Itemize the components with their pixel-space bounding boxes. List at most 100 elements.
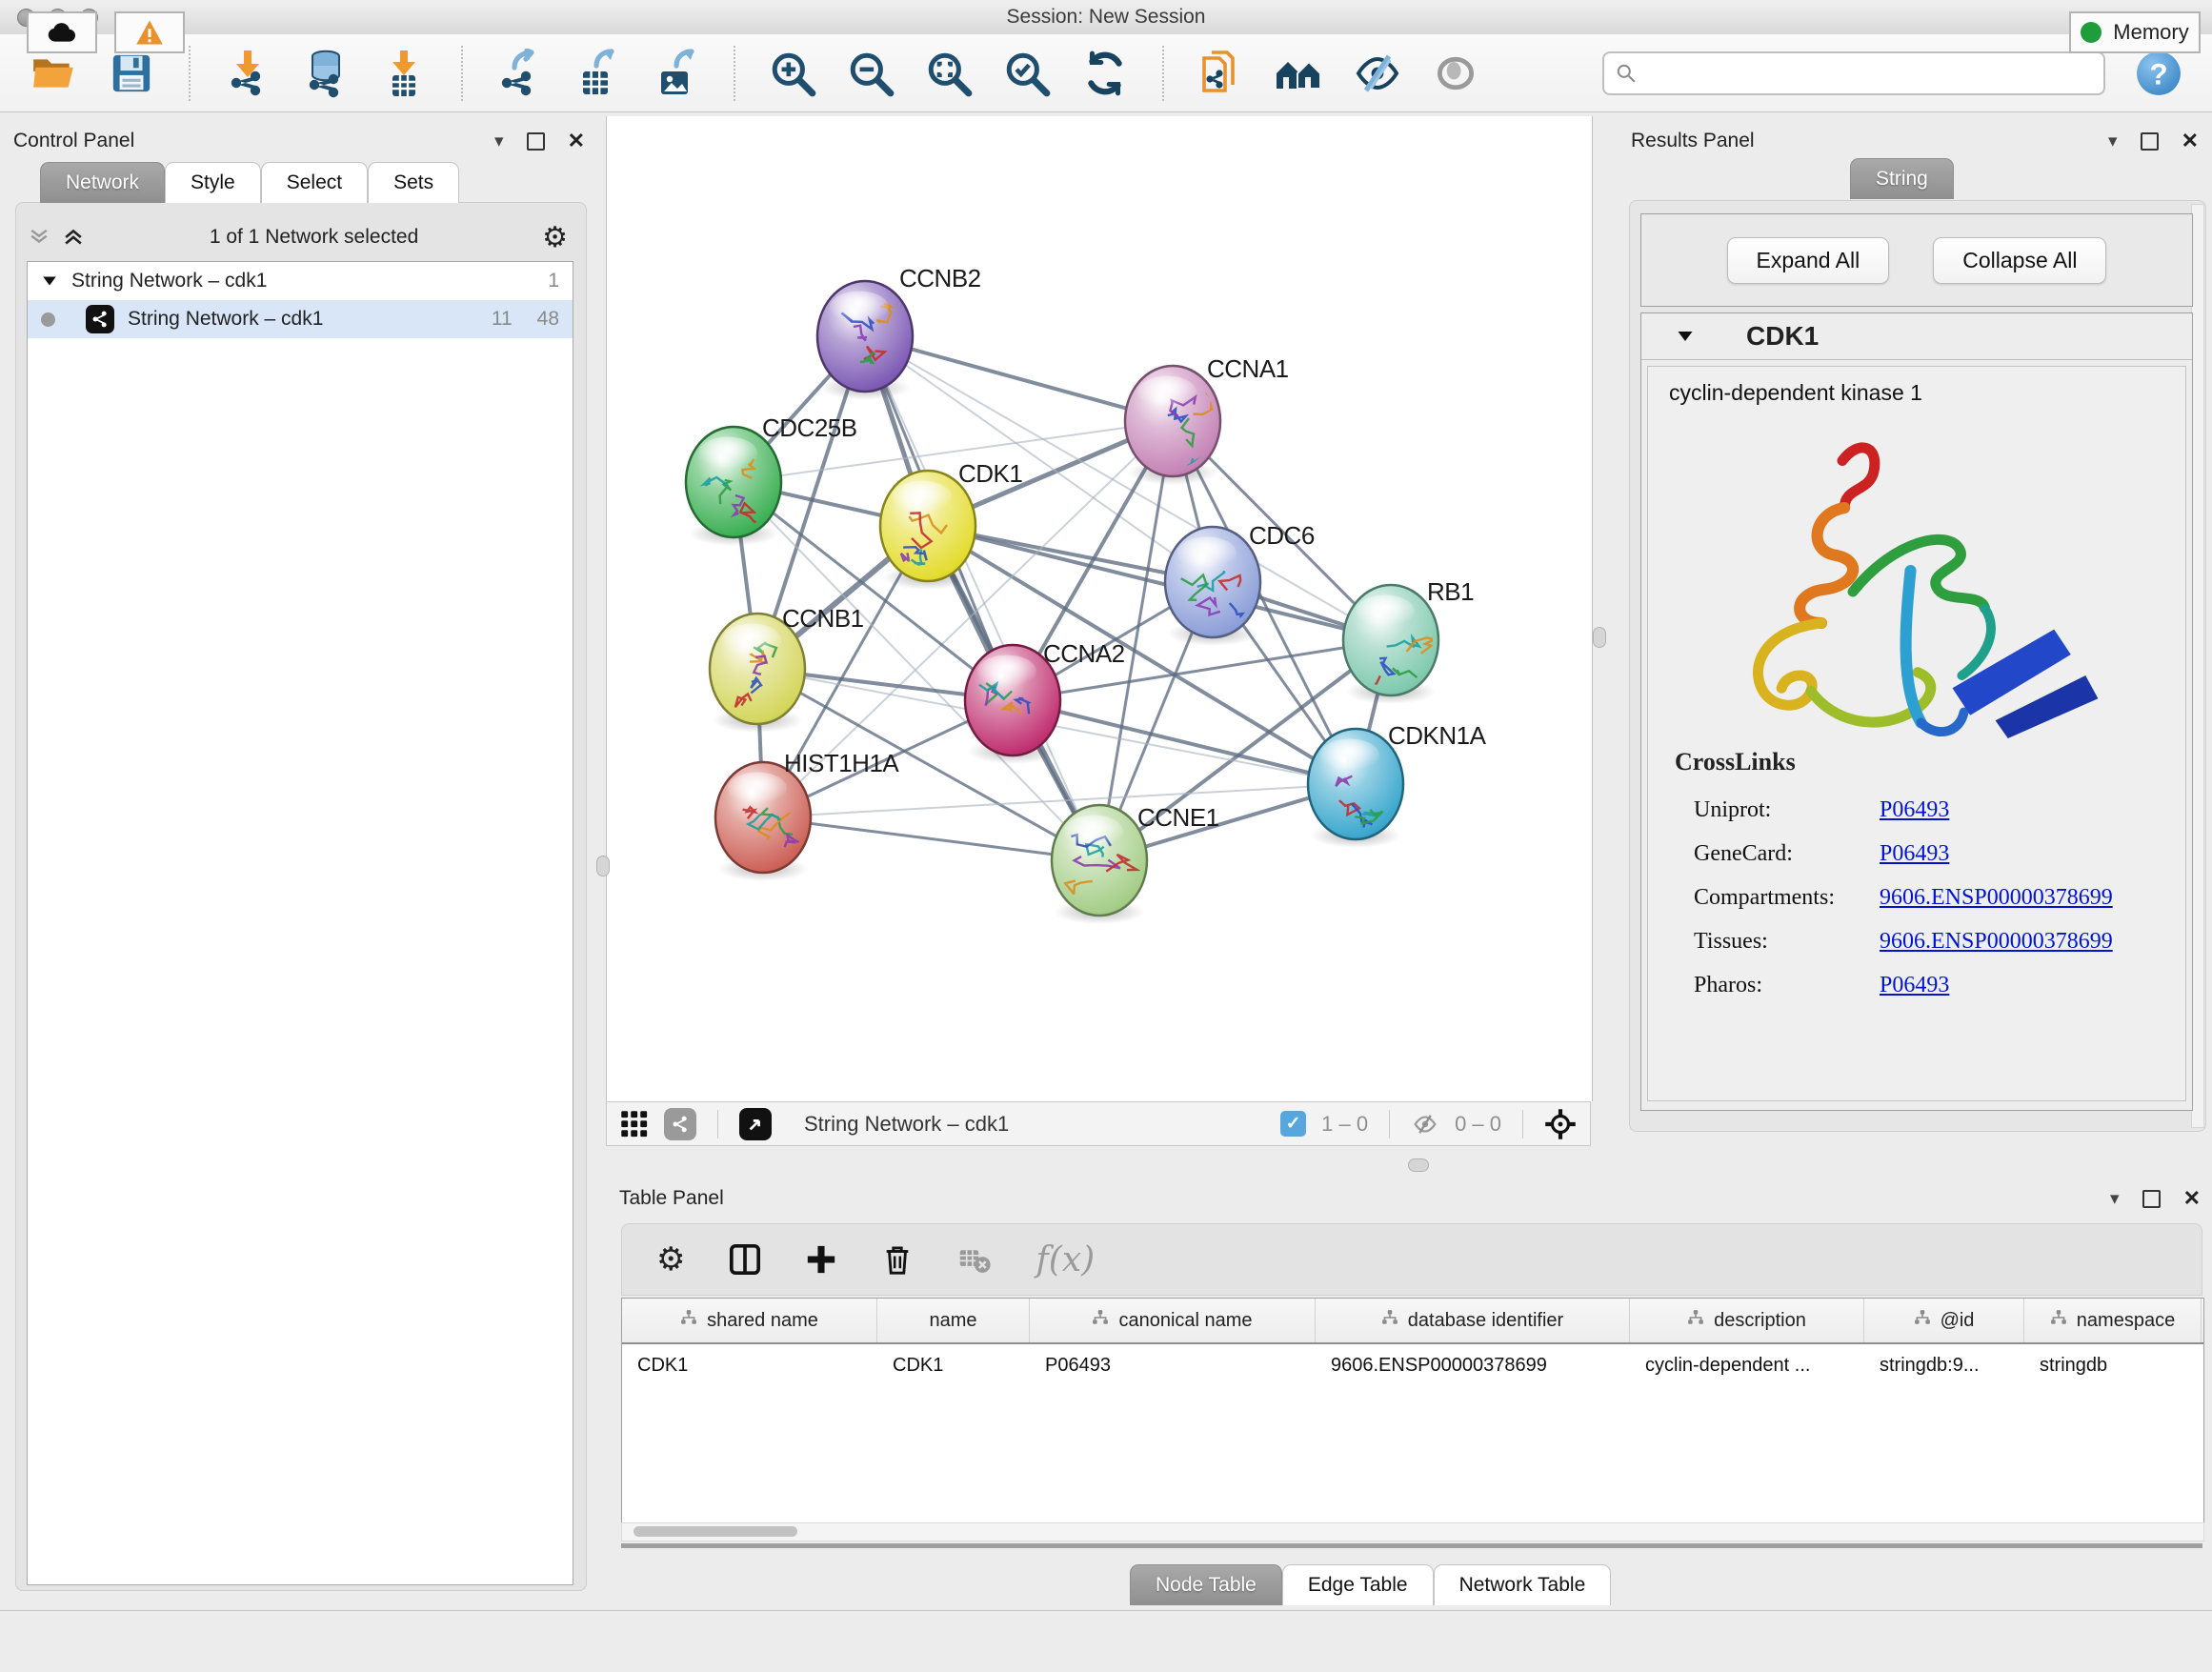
network-graph[interactable]: CCNB2CCNA1CDC25BCDK1CDC6RB1CCNB1CCNA2HIS… bbox=[607, 116, 1592, 1101]
tab-edge-table[interactable]: Edge Table bbox=[1282, 1564, 1434, 1605]
tab-node-table[interactable]: Node Table bbox=[1130, 1564, 1282, 1605]
cloud-button[interactable] bbox=[27, 11, 97, 53]
results-scrollbar[interactable] bbox=[2191, 204, 2204, 1128]
results-panel-float-icon[interactable] bbox=[2141, 132, 2159, 151]
expand-all-button[interactable]: Expand All bbox=[1727, 237, 1890, 284]
collapse-all-icon[interactable] bbox=[27, 225, 51, 250]
delete-column-icon[interactable] bbox=[881, 1243, 914, 1276]
refresh-icon[interactable] bbox=[1080, 49, 1130, 98]
table-panel-close-icon[interactable]: ✕ bbox=[2183, 1186, 2201, 1211]
grid-view-icon[interactable] bbox=[620, 1110, 649, 1138]
import-table-icon[interactable] bbox=[379, 49, 429, 98]
column-header-canonical-name[interactable]: canonical name bbox=[1030, 1299, 1316, 1342]
import-network-file-icon[interactable] bbox=[223, 49, 272, 98]
results-panel-collapse-icon[interactable]: ▾ bbox=[2108, 131, 2118, 152]
zoom-in-icon[interactable] bbox=[768, 49, 817, 98]
network-edge-CCNB2-CCNE1[interactable] bbox=[865, 336, 1099, 860]
export-image-icon[interactable] bbox=[652, 49, 701, 98]
crosslink-pharos-link[interactable]: P06493 bbox=[1880, 973, 1949, 998]
expand-all-icon[interactable] bbox=[61, 225, 86, 250]
network-node-CCNE1[interactable]: CCNE1 bbox=[1052, 803, 1219, 924]
control-panel-float-icon[interactable] bbox=[527, 132, 545, 151]
network-node-CCNB2[interactable]: CCNB2 bbox=[817, 264, 981, 400]
first-neighbors-icon[interactable] bbox=[1196, 49, 1246, 98]
network-node-RB1[interactable]: RB1 bbox=[1343, 577, 1474, 706]
results-panel-close-icon[interactable]: ✕ bbox=[2182, 129, 2199, 153]
table-cell[interactable]: 9606.ENSP00000378699 bbox=[1316, 1344, 1630, 1386]
table-cell[interactable]: CDK1 bbox=[877, 1344, 1030, 1386]
table-cell[interactable]: P06493 bbox=[1030, 1344, 1316, 1386]
table-cell[interactable]: cyclin-dependent ... bbox=[1630, 1344, 1864, 1386]
add-column-icon[interactable] bbox=[805, 1243, 837, 1276]
network-node-HIST1H1A[interactable]: HIST1H1A bbox=[715, 749, 899, 881]
network-node-CCNA2[interactable]: CCNA2 bbox=[965, 639, 1125, 764]
gear-icon[interactable]: ⚙ bbox=[542, 221, 568, 254]
export-table-icon[interactable] bbox=[573, 49, 623, 98]
selected-checkbox[interactable]: ✓ bbox=[1280, 1111, 1306, 1137]
node-result-header[interactable]: CDK1 bbox=[1641, 313, 2192, 360]
network-node-CCNB1[interactable]: CCNB1 bbox=[710, 604, 864, 733]
scrollbar-thumb[interactable] bbox=[633, 1526, 797, 1537]
table-row[interactable]: CDK1CDK1P064939606.ENSP00000378699cyclin… bbox=[622, 1344, 2203, 1386]
show-graphics-details-icon[interactable] bbox=[1275, 49, 1324, 98]
memory-button[interactable]: Memory bbox=[2069, 11, 2201, 53]
collapse-entry-icon[interactable] bbox=[1676, 327, 1695, 346]
control-panel-collapse-icon[interactable]: ▾ bbox=[494, 131, 504, 152]
network-node-CDKN1A[interactable]: CDKN1A bbox=[1308, 721, 1487, 848]
table-cell[interactable]: stringdb bbox=[2024, 1344, 2202, 1386]
column-header-description[interactable]: description bbox=[1630, 1299, 1864, 1342]
hide-selected-eye-icon[interactable] bbox=[1353, 49, 1402, 98]
crosslink-tissues-link[interactable]: 9606.ENSP00000378699 bbox=[1880, 929, 2113, 955]
open-session-icon[interactable] bbox=[29, 49, 78, 98]
network-row-selected[interactable]: String Network – cdk1 11 48 bbox=[28, 300, 573, 338]
column-header-shared-name[interactable]: shared name bbox=[622, 1299, 877, 1342]
tab-style[interactable]: Style bbox=[165, 162, 261, 203]
column-header-namespace[interactable]: namespace bbox=[2024, 1299, 2202, 1342]
fit-content-icon[interactable] bbox=[1544, 1108, 1577, 1140]
save-session-icon[interactable] bbox=[107, 49, 156, 98]
control-panel-close-icon[interactable]: ✕ bbox=[568, 129, 585, 153]
tab-sets[interactable]: Sets bbox=[368, 162, 459, 203]
warnings-button[interactable] bbox=[114, 11, 185, 53]
zoom-out-icon[interactable] bbox=[846, 49, 895, 98]
tree-expand-icon[interactable] bbox=[41, 272, 58, 290]
left-splitter-handle[interactable] bbox=[596, 856, 610, 876]
import-network-database-icon[interactable] bbox=[301, 49, 351, 98]
zoom-selected-icon[interactable] bbox=[1002, 49, 1052, 98]
network-canvas[interactable]: CCNB2CCNA1CDC25BCDK1CDC6RB1CCNB1CCNA2HIS… bbox=[606, 116, 1593, 1101]
crosslink-compartments-link[interactable]: 9606.ENSP00000378699 bbox=[1880, 885, 2113, 911]
bottom-splitter-handle[interactable] bbox=[1408, 1158, 1429, 1172]
network-edge-CDK1-RB1[interactable] bbox=[928, 526, 1391, 640]
table-panel-collapse-icon[interactable]: ▾ bbox=[2110, 1188, 2120, 1210]
show-all-eye-icon[interactable] bbox=[1431, 49, 1480, 98]
search-input[interactable] bbox=[1646, 61, 2092, 85]
table-panel-float-icon[interactable] bbox=[2142, 1190, 2161, 1208]
column-header-database-identifier[interactable]: database identifier bbox=[1316, 1299, 1630, 1342]
birds-eye-view-icon[interactable] bbox=[739, 1108, 772, 1140]
table-settings-gear-icon[interactable]: ⚙ bbox=[656, 1240, 685, 1279]
table-cell[interactable]: stringdb:9... bbox=[1864, 1344, 2024, 1386]
tab-network[interactable]: Network bbox=[40, 162, 165, 203]
right-splitter-handle[interactable] bbox=[1593, 627, 1606, 648]
crosslink-uniprot-link[interactable]: P06493 bbox=[1880, 797, 1949, 823]
crosslink-genecard-link[interactable]: P06493 bbox=[1880, 841, 1949, 867]
network-edge-CCNE1-HIST1H1A[interactable] bbox=[763, 817, 1099, 860]
tab-network-table[interactable]: Network Table bbox=[1434, 1564, 1612, 1605]
collapse-all-button[interactable]: Collapse All bbox=[1933, 237, 2106, 284]
column-header-@id[interactable]: @id bbox=[1864, 1299, 2024, 1342]
network-node-CCNA1[interactable]: CCNA1 bbox=[1125, 354, 1289, 485]
show-columns-icon[interactable] bbox=[729, 1243, 761, 1276]
network-collection-row[interactable]: String Network – cdk1 1 bbox=[28, 262, 573, 300]
network-share-icon[interactable] bbox=[664, 1108, 696, 1140]
export-network-icon[interactable] bbox=[495, 49, 545, 98]
tab-string[interactable]: String bbox=[1850, 158, 1954, 199]
search-box[interactable] bbox=[1602, 51, 2105, 95]
table-horizontal-scrollbar[interactable] bbox=[621, 1522, 2204, 1541]
table-cell[interactable]: CDK1 bbox=[622, 1344, 877, 1386]
tab-select[interactable]: Select bbox=[261, 162, 368, 203]
help-icon[interactable]: ? bbox=[2134, 49, 2183, 98]
zoom-fit-icon[interactable] bbox=[924, 49, 974, 98]
hidden-eye-icon[interactable] bbox=[1411, 1110, 1439, 1138]
column-header-name[interactable]: name bbox=[877, 1299, 1030, 1342]
network-node-CDC25B[interactable]: CDC25B bbox=[686, 413, 857, 546]
